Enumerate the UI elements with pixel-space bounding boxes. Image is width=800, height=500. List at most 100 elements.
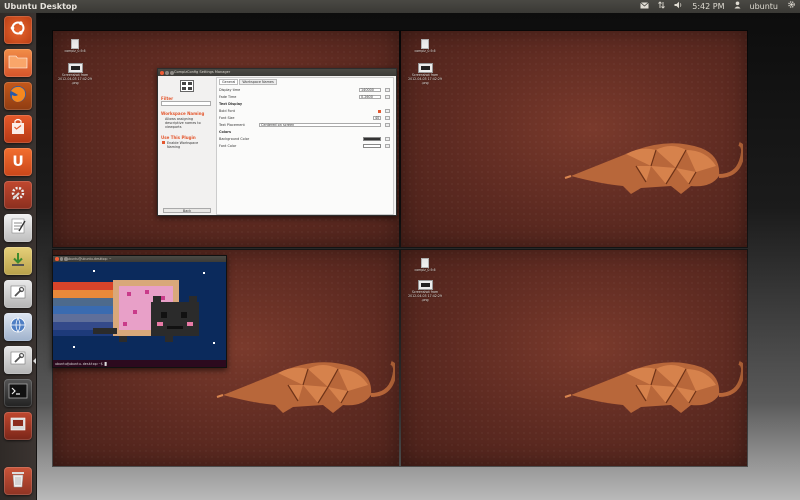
back-button[interactable]: Back	[163, 208, 211, 213]
enable-plugin-checkbox[interactable]	[162, 141, 165, 144]
setting-row: Fade Time 0.2600	[219, 95, 391, 100]
desktop-icon-label: compiz_0.9.6	[64, 49, 86, 53]
maximize-icon[interactable]	[64, 257, 68, 261]
download-icon	[9, 250, 27, 272]
terminal-output[interactable]	[53, 262, 226, 360]
setting-label: Display time	[219, 88, 241, 92]
wrench-icon	[9, 349, 27, 371]
workspace-4[interactable]: compiz_0.9.6 Screenshot from 2012-04-03 …	[401, 250, 747, 466]
update-manager-button[interactable]	[4, 247, 32, 275]
ubuntu-one-button[interactable]: U	[4, 148, 32, 176]
desktop-screenshot-icon[interactable]: Screenshot from 2012-04-03 17:42:29 .png	[407, 280, 443, 302]
plugin-description: Allows assigning descriptive names to vi…	[165, 117, 201, 129]
user-name[interactable]: ubuntu	[750, 0, 779, 13]
text-editor-icon	[9, 217, 27, 239]
placement-dropdown[interactable]: Centered on screen	[259, 123, 381, 127]
desktop-icon-label: Screenshot from 2012-04-03 17:42:29 .png	[408, 290, 442, 302]
pangolin-wallpaper-art	[215, 360, 395, 415]
desktop-file-icon[interactable]: compiz_0.9.6	[57, 39, 93, 53]
setting-label: Text Placement	[219, 123, 245, 127]
terminal-prompt[interactable]: ubuntu@ubuntu-desktop:~$ █	[55, 362, 107, 366]
window-title: Ubuntu Desktop	[4, 2, 78, 11]
setting-section[interactable]: Text Display	[219, 102, 391, 107]
nyan-cat-animation	[53, 262, 226, 360]
setting-value-input[interactable]: 40	[373, 116, 381, 120]
desktop-icon-label: compiz_0.9.6	[414, 49, 436, 53]
volume-icon[interactable]	[674, 0, 683, 13]
desktop-screenshot-icon[interactable]: Screenshot from 2012-04-03 17:42:29 .png	[407, 63, 443, 85]
tab-workspace-names[interactable]: Workspace Names	[239, 79, 277, 85]
text-editor-button[interactable]	[4, 214, 32, 242]
software-center-button[interactable]	[4, 115, 32, 143]
use-plugin-heading: Use This Plugin	[161, 135, 196, 140]
mail-icon[interactable]	[640, 0, 650, 13]
ccsm-button[interactable]	[4, 280, 32, 308]
trash-button[interactable]	[4, 467, 32, 495]
file-icon	[421, 258, 429, 268]
reset-button[interactable]	[385, 123, 390, 127]
desktop-icon-label: Screenshot from 2012-04-03 17:42:29 .png	[408, 73, 442, 85]
desktop-icon-label: Screenshot from 2012-04-03 17:42:29 .png	[58, 73, 92, 85]
window-controls	[160, 70, 174, 75]
setting-section[interactable]: Colors	[219, 130, 391, 135]
minimize-icon[interactable]	[165, 70, 169, 75]
desktop-file-icon[interactable]: compiz_0.9.6	[407, 258, 443, 272]
terminal-button[interactable]	[4, 379, 32, 407]
web-browser-button[interactable]	[4, 313, 32, 341]
close-icon[interactable]	[55, 257, 59, 261]
screenshot-file-icon	[417, 63, 433, 73]
background-color-button[interactable]	[363, 137, 381, 141]
user-icon[interactable]	[734, 0, 741, 13]
bold-font-checkbox[interactable]	[378, 109, 381, 113]
plugin-icon	[180, 80, 194, 92]
workspace-switcher-button[interactable]	[4, 412, 32, 440]
terminal-window[interactable]: ubuntu@ubuntu-desktop: ~ ubuntu@ubuntu-d…	[52, 255, 227, 368]
firefox-button[interactable]	[4, 82, 32, 110]
maximize-icon[interactable]	[170, 70, 174, 75]
firefox-icon	[8, 84, 28, 108]
ccsm-window[interactable]: CompizConfig Settings Manager Filter Wor…	[157, 68, 397, 216]
setting-label: Bold Font	[219, 109, 235, 113]
screenshot-file-icon	[67, 63, 83, 73]
setting-value-input[interactable]: 140000	[359, 88, 381, 92]
font-color-button[interactable]	[363, 144, 381, 148]
folder-icon	[8, 53, 28, 73]
home-folder-button[interactable]	[4, 49, 32, 77]
globe-icon	[8, 315, 28, 339]
setting-row: Display time 140000	[219, 88, 391, 93]
system-settings-button[interactable]	[4, 181, 32, 209]
setting-row: Font Size 40	[219, 116, 391, 121]
reset-button[interactable]	[385, 88, 390, 92]
setting-label: Background Color	[219, 137, 250, 141]
filter-input[interactable]	[161, 101, 211, 106]
running-indicator	[33, 358, 36, 364]
enable-plugin-label: Enable Workspace Naming	[167, 141, 199, 149]
desktop-file-icon[interactable]: compiz_0.9.6	[407, 39, 443, 53]
pangolin-wallpaper-art	[563, 141, 743, 196]
setting-row: Font Color	[219, 144, 391, 149]
workspace-2[interactable]: compiz_0.9.6 Screenshot from 2012-04-03 …	[401, 31, 747, 247]
reset-button[interactable]	[385, 95, 390, 99]
desktop-screenshot-icon[interactable]: Screenshot from 2012-04-03 17:42:29 .png	[57, 63, 93, 85]
clock[interactable]: 5:42 PM	[692, 0, 724, 13]
window-controls	[55, 257, 68, 261]
ubuntu-logo-icon	[9, 19, 27, 41]
minimize-icon[interactable]	[59, 257, 63, 261]
indicator-area: 5:42 PM ubuntu	[640, 0, 796, 13]
dash-home-button[interactable]	[4, 16, 32, 44]
ccsm-running-button[interactable]	[4, 346, 32, 374]
tab-general[interactable]: General	[219, 79, 239, 85]
shopping-bag-icon	[9, 118, 27, 140]
ubuntu-one-icon: U	[12, 154, 24, 170]
file-icon	[71, 39, 79, 49]
reset-button[interactable]	[385, 109, 390, 113]
reset-button[interactable]	[385, 137, 390, 141]
close-icon[interactable]	[160, 70, 164, 75]
network-icon[interactable]	[658, 0, 666, 13]
gear-icon[interactable]	[787, 0, 796, 13]
reset-button[interactable]	[385, 116, 390, 120]
setting-value-input[interactable]: 0.2600	[359, 95, 381, 99]
reset-button[interactable]	[385, 144, 390, 148]
ccsm-titlebar[interactable]: CompizConfig Settings Manager	[158, 69, 396, 76]
section-label: Text Display	[219, 102, 243, 106]
